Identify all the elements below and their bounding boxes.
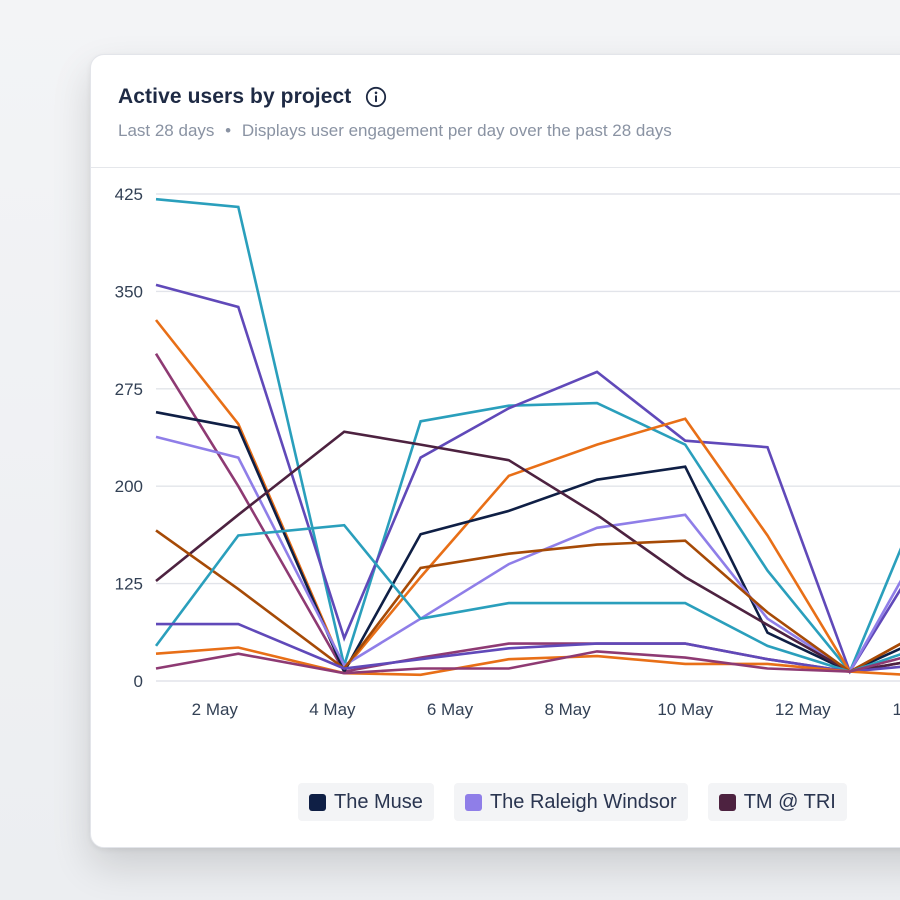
y-tick-label: 200 — [115, 477, 143, 496]
legend-label: TM @ TRI — [743, 790, 836, 813]
y-tick-label: 350 — [115, 282, 143, 301]
y-tick-label: 425 — [115, 185, 143, 204]
x-tick-label: 4 May — [309, 700, 356, 719]
series-line-series-teal-a[interactable] — [155, 197, 900, 675]
legend-swatch — [718, 793, 736, 811]
x-tick-label: 14 May — [893, 700, 900, 719]
x-tick-label: 6 May — [427, 700, 474, 719]
gridlines — [156, 193, 900, 682]
x-tick-label: 2 May — [192, 700, 239, 719]
series-line-series-brown[interactable] — [155, 529, 900, 674]
y-axis-ticks: 425 350 275 200 125 0 — [115, 185, 143, 691]
x-tick-label: 12 May — [775, 700, 831, 719]
series-line-series-teal-b[interactable] — [154, 523, 900, 673]
series-lines — [154, 197, 900, 677]
legend-item-tm-tri[interactable]: TM @ TRI — [707, 783, 847, 821]
legend-swatch — [309, 793, 326, 811]
line-chart: 425 350 275 200 125 0 2 May 4 May 6 May 8 May 10 … — [115, 185, 900, 719]
y-tick-label: 125 — [115, 575, 143, 594]
y-tick-label: 275 — [115, 380, 143, 399]
legend-swatch — [464, 793, 482, 811]
y-tick-label: 0 — [134, 672, 143, 691]
x-tick-label: 8 May — [544, 700, 591, 719]
x-axis-ticks: 2 May 4 May 6 May 8 May 10 May 12 May 14 May — [192, 700, 900, 719]
legend-label: The Raleigh Windsor — [489, 790, 677, 813]
legend-item-the-raleigh-windsor[interactable]: The Raleigh Windsor — [453, 783, 688, 821]
legend-label: The Muse — [334, 790, 423, 813]
chart-legend: The Muse The Raleigh Windsor TM @ TRI — [298, 783, 847, 821]
chart-card: Active users by project Last 28 days • D… — [90, 54, 900, 848]
x-tick-label: 10 May — [657, 700, 713, 719]
series-line-series-indigo-a[interactable] — [155, 283, 900, 675]
legend-item-the-muse[interactable]: The Muse — [298, 783, 434, 821]
